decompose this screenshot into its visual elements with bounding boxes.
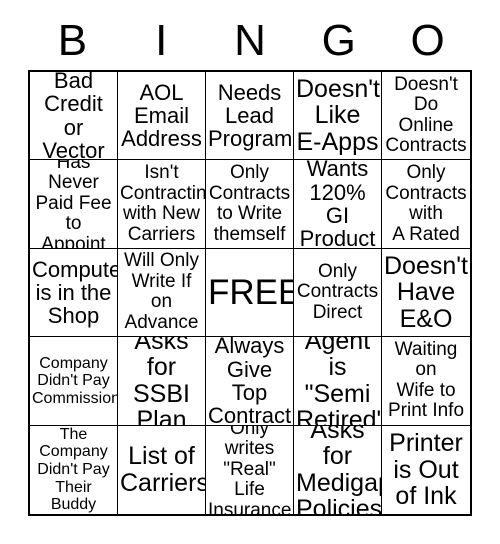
bingo-cell-n2[interactable]: Only Contracts to Write themself <box>206 160 294 249</box>
bingo-cell-text: Doesn't Like E-Apps <box>296 74 380 156</box>
bingo-cell-n5[interactable]: Only writes "Real" Life Insurance <box>206 425 294 514</box>
bingo-cell-i4[interactable]: Asks for SSBI Plan <box>118 337 206 426</box>
bingo-cell-text: Only Contracts to Write themself <box>208 162 291 245</box>
bingo-cell-text: Asks for SSBI Plan <box>133 337 190 426</box>
bingo-cell-text: Agent is "Semi Retired" <box>296 337 382 426</box>
bingo-cell-b5[interactable]: The Company Didn't Pay Their Buddy <box>30 425 118 514</box>
bingo-cell-text: Bad Credit or Vector <box>42 72 105 161</box>
bingo-cell-text: Doesn't Do Online Contracts <box>385 73 467 157</box>
bingo-cell-g1[interactable]: Doesn't Like E-Apps <box>294 72 382 161</box>
bingo-cell-text: AOL Email Address <box>121 79 202 152</box>
header-letter-i: I <box>155 16 168 65</box>
bingo-cell-g5[interactable]: Asks for Medigap Policies <box>294 425 382 514</box>
bingo-cell-text: Printer is Out of Ink <box>389 429 463 511</box>
bingo-grid: Bad Credit or Vector AOL Email Address N… <box>28 70 472 516</box>
bingo-cell-g2[interactable]: Wants 120% GI Product <box>294 160 382 249</box>
bingo-cell-o5[interactable]: Printer is Out of Ink <box>382 425 470 514</box>
bingo-cell-text: Always Give Top Contract <box>208 337 292 426</box>
bingo-cell-b4[interactable]: Company Didn't Pay Commission <box>30 337 118 426</box>
header-letter-n: N <box>234 16 266 65</box>
bingo-cell-text: List of Carriers <box>120 442 206 497</box>
bingo-cell-b3[interactable]: Computer is in the Shop <box>30 248 118 338</box>
bingo-cell-o4[interactable]: Waiting on Wife to Print Info <box>382 337 470 426</box>
bingo-cell-text: FREE <box>208 272 294 312</box>
bingo-cell-g4[interactable]: Agent is "Semi Retired" <box>294 337 382 426</box>
bingo-cell-i1[interactable]: AOL Email Address <box>118 72 206 161</box>
bingo-cell-text: Only Contracts with A Rated <box>385 162 467 245</box>
bingo-cell-n4[interactable]: Always Give Top Contract <box>206 337 294 426</box>
bingo-cell-i2[interactable]: Isn't Contracting with New Carriers <box>118 160 206 249</box>
bingo-cell-text: Only Contracts Direct <box>296 260 379 323</box>
header-letter-g: G <box>321 16 356 65</box>
bingo-cell-i3[interactable]: Will Only Write If on Advance <box>118 248 206 338</box>
bingo-cell-n1[interactable]: Needs Lead Program <box>206 72 294 161</box>
bingo-card: B I N G O Bad Credit or Vector AOL Email… <box>0 0 500 544</box>
bingo-cell-text: Needs Lead Program <box>208 79 293 152</box>
bingo-cell-text: Computer is in the Shop <box>32 256 117 329</box>
bingo-cell-text: Isn't Contracting with New Carriers <box>120 162 206 245</box>
bingo-cell-o3[interactable]: Doesn't Have E&O <box>382 248 470 338</box>
header-letter-b: B <box>57 16 88 65</box>
bingo-cell-text: Wants 120% GI Product <box>299 160 376 249</box>
bingo-cell-b2[interactable]: Has Never Paid Fee to Appoint <box>30 160 118 249</box>
bingo-cell-text: Doesn't Have E&O <box>384 251 468 333</box>
bingo-header: B I N G O <box>28 12 472 70</box>
bingo-cell-free-space[interactable]: FREE <box>206 248 294 338</box>
bingo-cell-text: Waiting on Wife to Print Info <box>387 338 465 422</box>
bingo-cell-text: The Company Didn't Pay Their Buddy <box>37 425 110 514</box>
bingo-cell-text: Asks for Medigap Policies <box>296 425 382 514</box>
bingo-cell-text: Company Didn't Pay Commission <box>32 354 118 407</box>
bingo-cell-g3[interactable]: Only Contracts Direct <box>294 248 382 338</box>
bingo-cell-b1[interactable]: Bad Credit or Vector <box>30 72 118 161</box>
bingo-cell-text: Only writes "Real" Life Insurance <box>208 425 292 514</box>
header-letter-o: O <box>410 16 445 65</box>
bingo-cell-o1[interactable]: Doesn't Do Online Contracts <box>382 72 470 161</box>
bingo-cell-o2[interactable]: Only Contracts with A Rated <box>382 160 470 249</box>
bingo-cell-text: Has Never Paid Fee to Appoint <box>35 160 112 249</box>
bingo-cell-i5[interactable]: List of Carriers <box>118 425 206 514</box>
bingo-cell-text: Will Only Write If on Advance <box>124 250 199 333</box>
